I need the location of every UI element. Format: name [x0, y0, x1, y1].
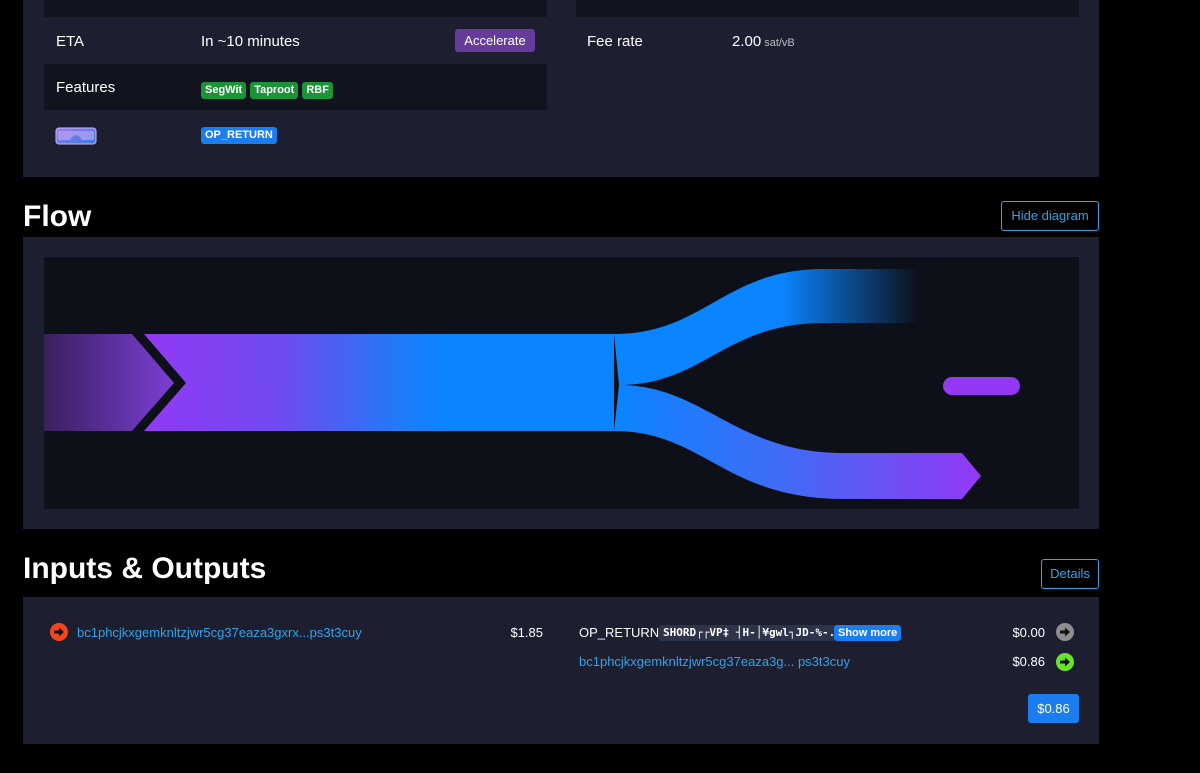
show-more-button[interactable]: Show more: [834, 625, 902, 641]
io-title: Inputs & Outputs: [23, 552, 267, 585]
feature-badge-segwit[interactable]: SegWit: [201, 82, 247, 99]
output-type-label: OP_RETURN: [579, 625, 660, 640]
flow-output-op-return-band: [614, 269, 919, 385]
flow-output-address-band: [614, 385, 981, 499]
features-label: Features: [56, 79, 116, 96]
flow-title: Flow: [23, 200, 92, 233]
feature-badge-taproot[interactable]: Taproot: [250, 82, 299, 99]
details-button[interactable]: Details: [1041, 559, 1099, 589]
output-0-amount: $0.00: [1012, 625, 1045, 640]
op-return-data: SHORD┌┌VP‡ ┤H-│¥gwl┐JD-%-...: [659, 625, 835, 641]
op-return-badge[interactable]: OP_RETURN: [201, 127, 277, 144]
feature-badge-rbf[interactable]: RBF: [302, 82, 333, 99]
output-address-link[interactable]: bc1phcjkxgemknltzjwr5cg37eaza3g... ps3t3…: [579, 654, 850, 669]
glasses-icon: [55, 126, 97, 146]
eta-value: In ~10 minutes: [201, 33, 300, 50]
flow-diagram: [44, 257, 1079, 509]
output-1-amount: $0.86: [1012, 654, 1045, 669]
flow-fee-pill: [943, 377, 1020, 395]
output-0-arrow-icon[interactable]: [1056, 623, 1074, 641]
fee-rate-unit: sat/vB: [764, 37, 795, 49]
output-1-arrow-icon[interactable]: [1056, 653, 1074, 671]
flow-input-band: [44, 334, 174, 431]
features-badges: SegWit Taproot RBF: [201, 80, 337, 99]
fee-rate-number: 2.00: [732, 33, 762, 50]
details-row-top-left: [44, 0, 547, 17]
op-return-badge-wrap: OP_RETURN: [201, 125, 281, 144]
fee-rate-value: 2.00 sat/vB: [732, 33, 795, 50]
fee-rate-label: Fee rate: [587, 33, 643, 50]
details-row-top-right: [576, 0, 1079, 17]
flow-diagram-svg: [44, 269, 1020, 499]
input-amount: $1.85: [510, 625, 543, 640]
input-arrow-icon[interactable]: [50, 623, 68, 641]
io-card: [23, 597, 1099, 744]
input-address-link[interactable]: bc1phcjkxgemknltzjwr5cg37eaza3gxrx...ps3…: [77, 625, 362, 640]
total-amount-button[interactable]: $0.86: [1028, 694, 1079, 723]
eta-label: ETA: [56, 33, 85, 50]
flow-main-band: [144, 334, 614, 431]
accelerate-button[interactable]: Accelerate: [455, 29, 535, 52]
hide-diagram-button[interactable]: Hide diagram: [1001, 201, 1099, 231]
